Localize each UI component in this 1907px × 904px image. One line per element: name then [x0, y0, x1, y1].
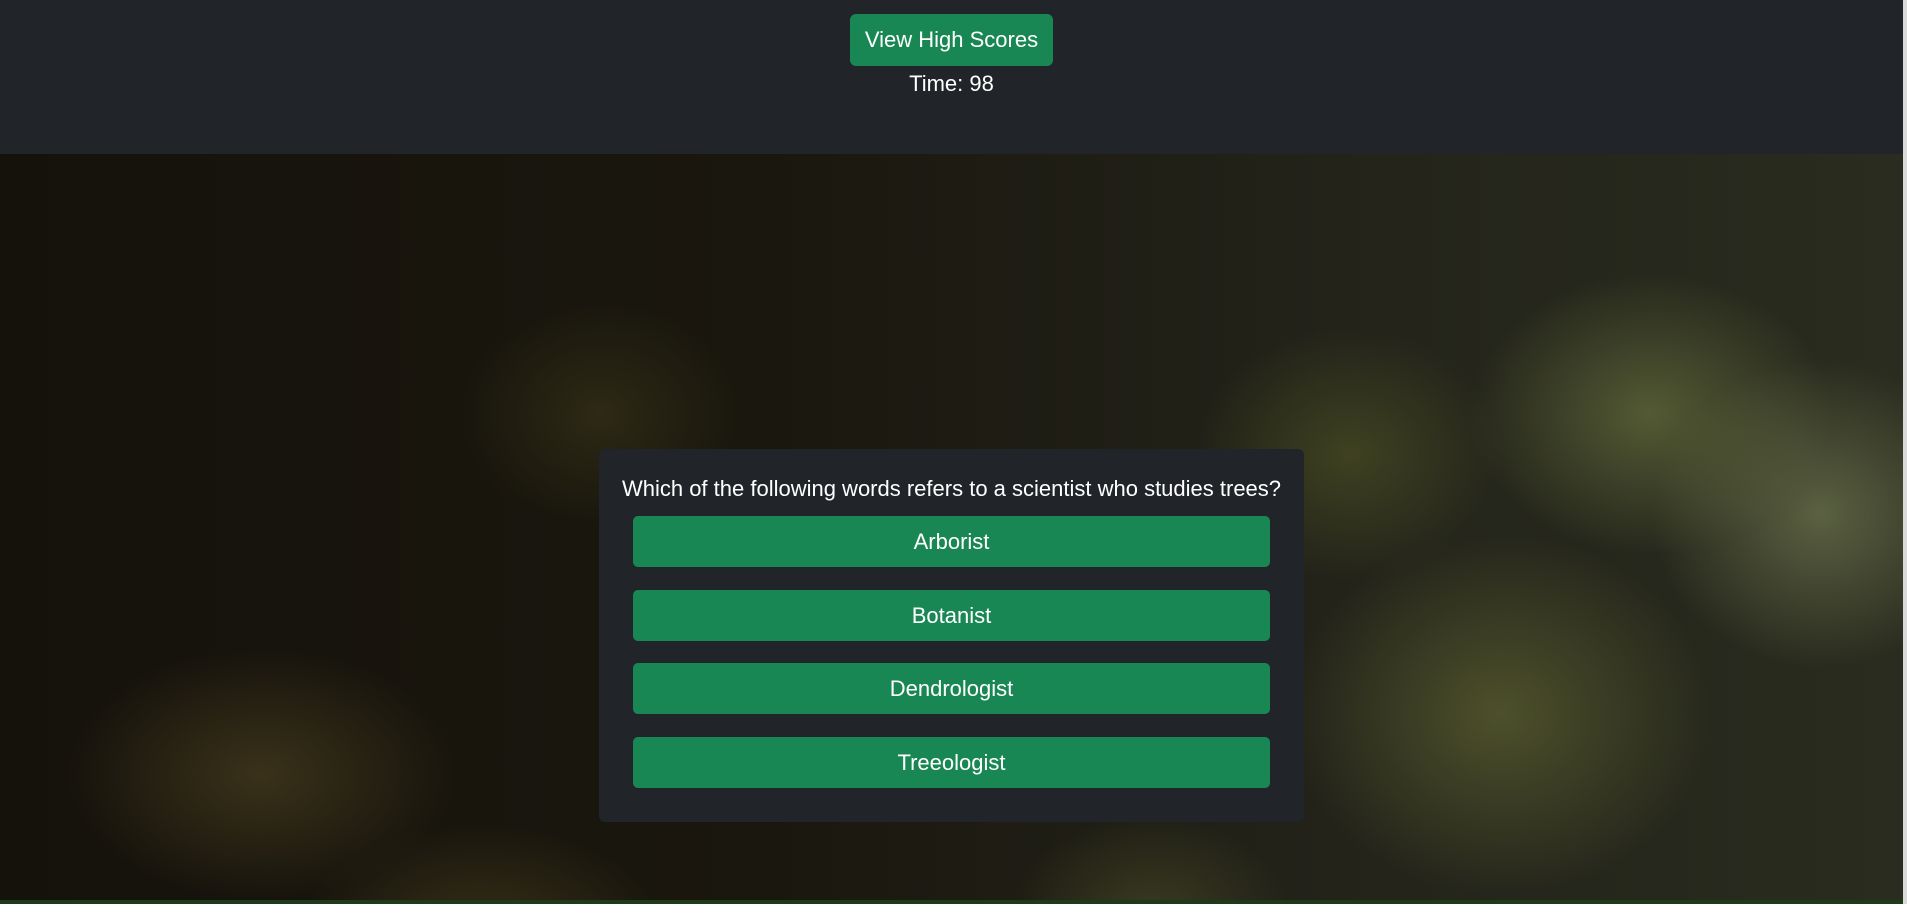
page: View High Scores Time: 98 Which of the f…: [0, 0, 1907, 904]
vertical-scrollbar[interactable]: [1903, 0, 1907, 904]
answer-button-treeologist[interactable]: Treeologist: [633, 737, 1270, 788]
timer: Time: 98: [0, 70, 1903, 98]
header-bar: View High Scores Time: 98: [0, 0, 1907, 154]
answer-button-dendrologist[interactable]: Dendrologist: [633, 663, 1270, 714]
page-bottom-edge: [0, 900, 1903, 904]
question-text: Which of the following words refers to a…: [621, 476, 1282, 501]
timer-label: Time:: [909, 71, 964, 96]
answer-button-arborist[interactable]: Arborist: [633, 516, 1270, 567]
view-high-scores-button[interactable]: View High Scores: [850, 14, 1053, 66]
quiz-card: Which of the following words refers to a…: [599, 449, 1304, 822]
answer-button-botanist[interactable]: Botanist: [633, 590, 1270, 641]
timer-value: 98: [969, 71, 994, 96]
